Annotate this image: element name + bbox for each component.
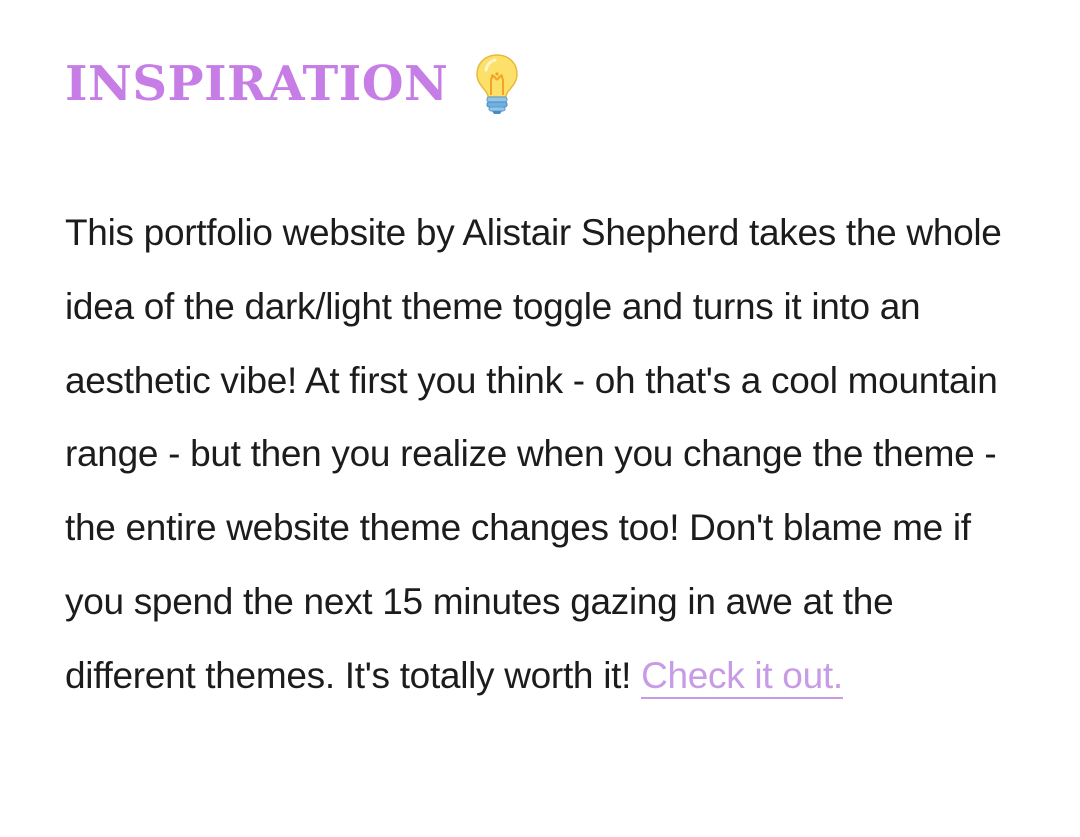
paragraph-text: This portfolio website by Alistair Sheph… (65, 212, 1002, 696)
check-it-out-link[interactable]: Check it out. (641, 654, 843, 699)
lightbulb-icon (474, 53, 520, 115)
heading-text: INSPIRATION (65, 56, 449, 112)
inspiration-paragraph: This portfolio website by Alistair Sheph… (65, 196, 1025, 713)
section-heading: INSPIRATION (65, 52, 520, 116)
